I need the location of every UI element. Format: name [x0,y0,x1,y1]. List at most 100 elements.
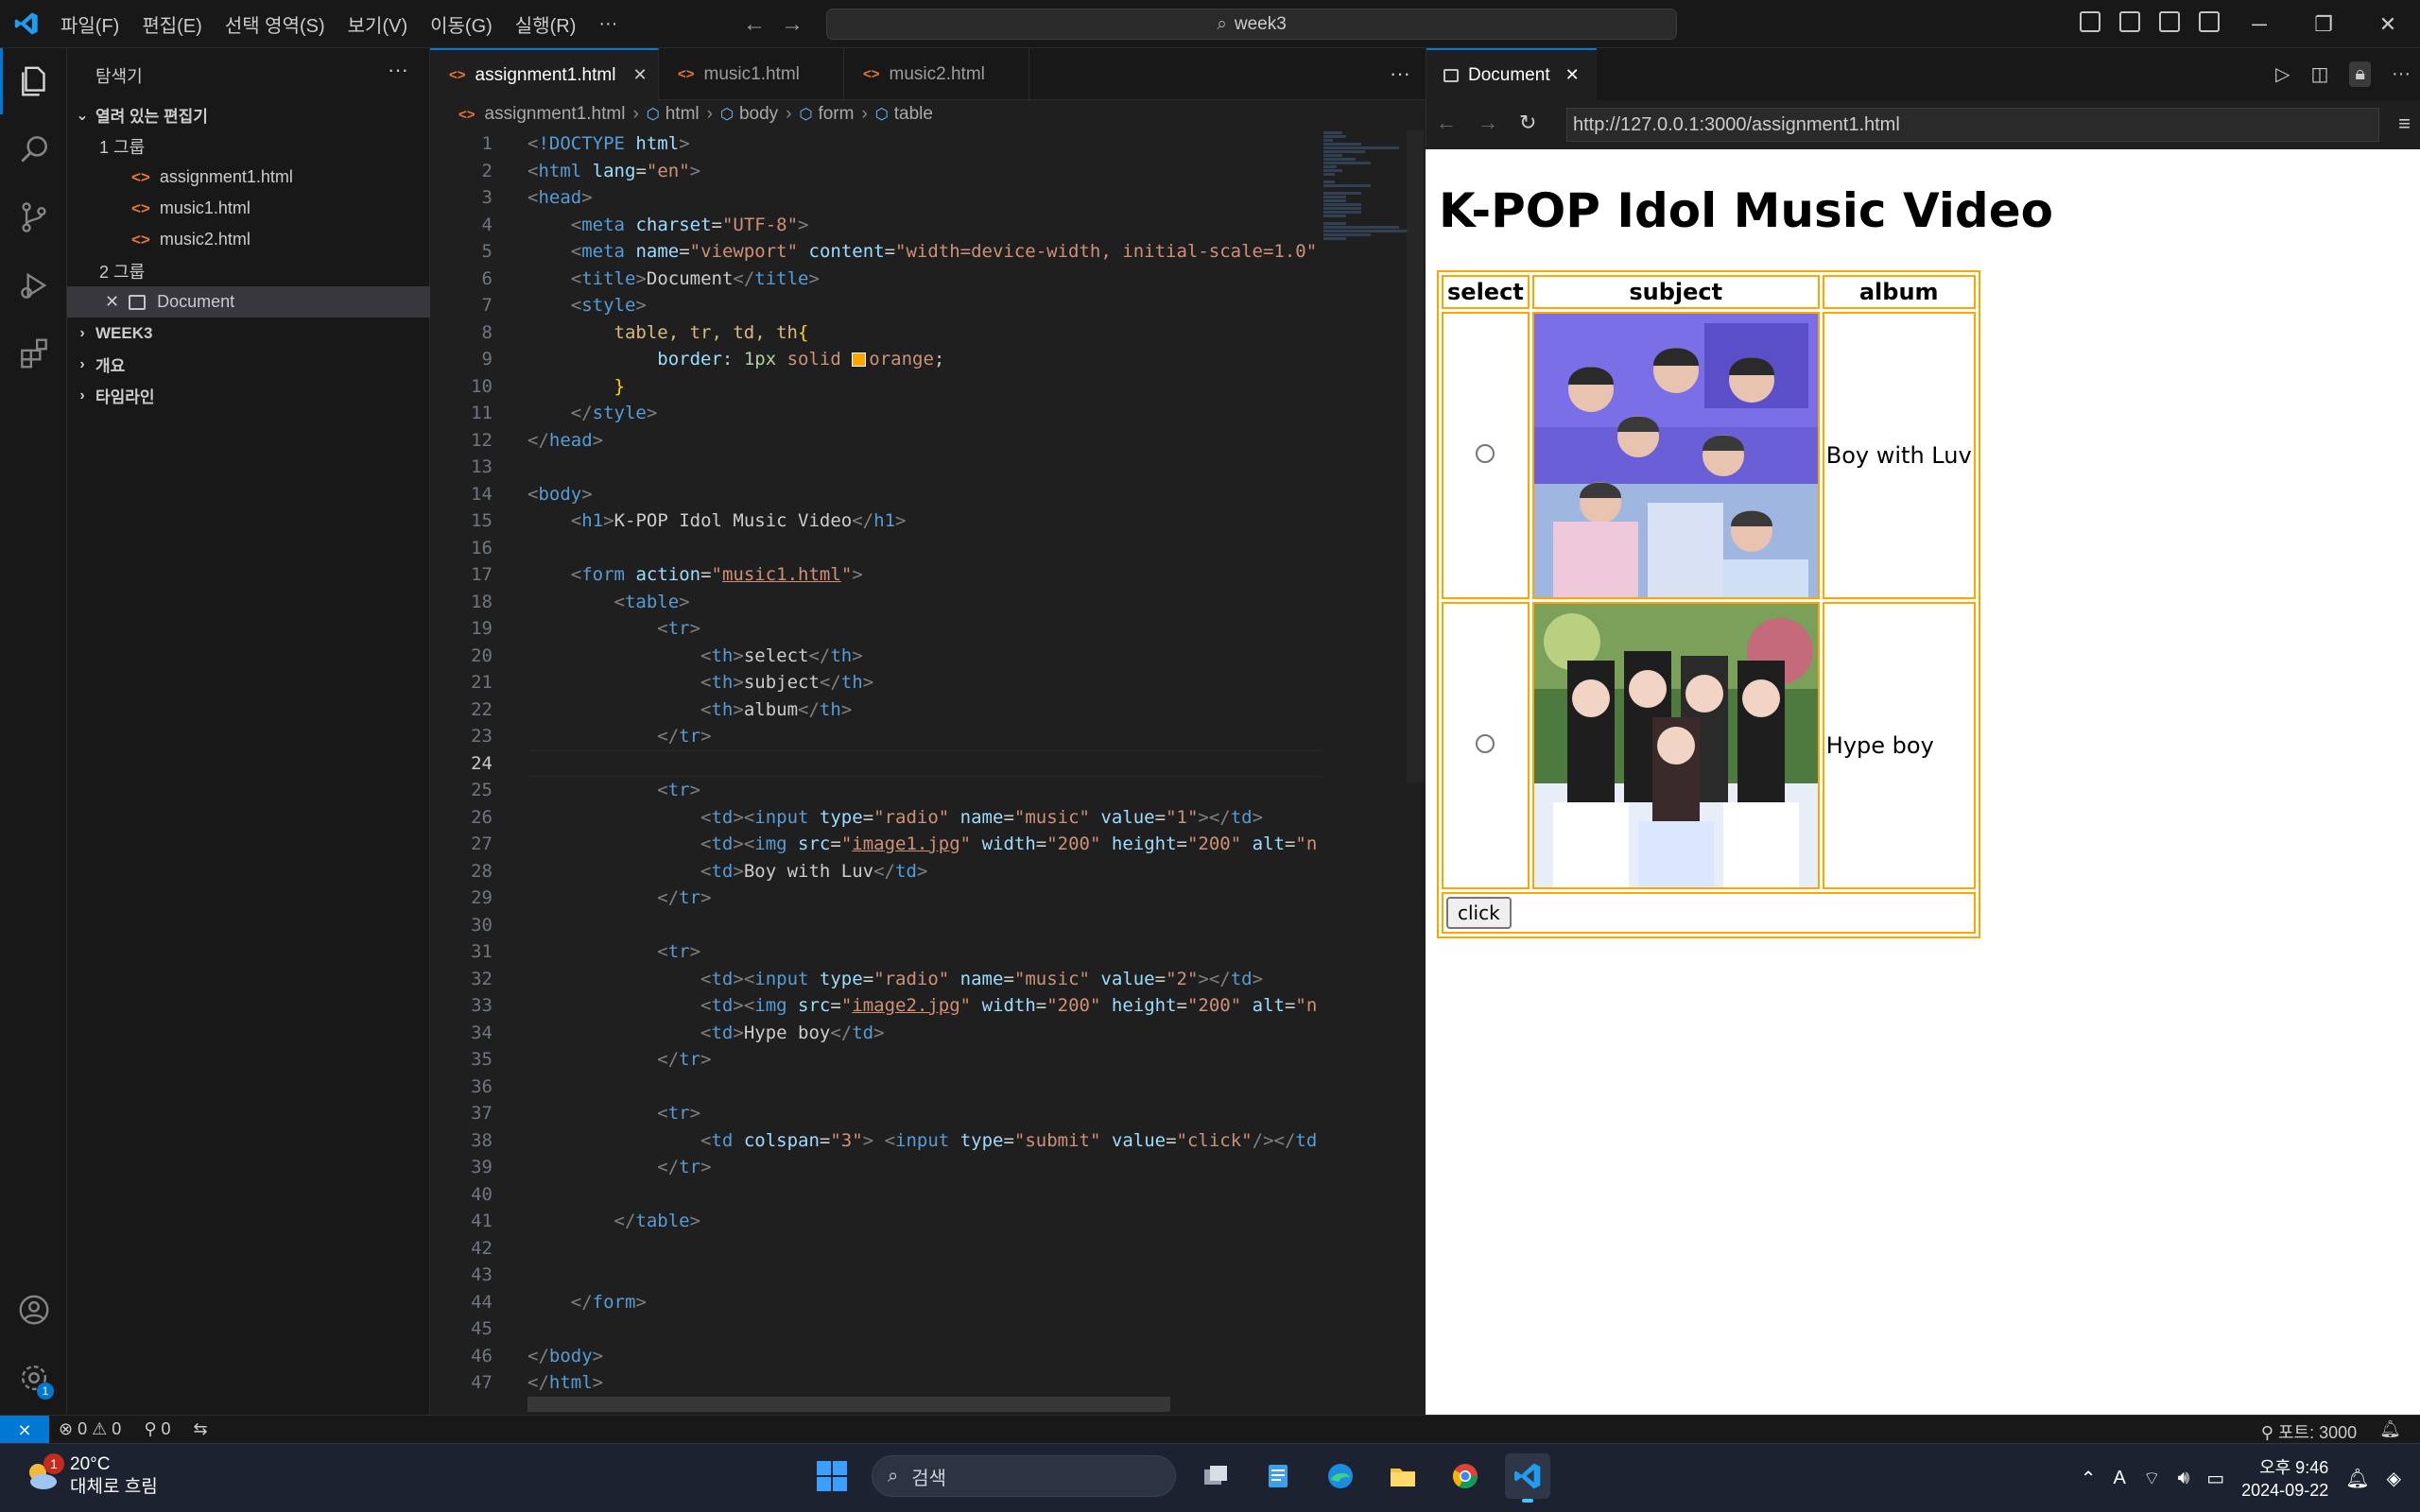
outline-section[interactable]: › 개요 [67,349,430,380]
system-clock[interactable]: 오후 9:46 2024-09-22 [2241,1456,2328,1502]
chrome-browser-icon[interactable] [1443,1453,1488,1499]
file-name: music2.html [159,230,251,249]
split-editor-icon[interactable]: ◫ [2310,62,2328,86]
customize-layout-icon[interactable] [2199,11,2220,32]
folder-section-week3[interactable]: › WEEK3 [67,318,430,349]
tab-music1[interactable]: <> music1.html [659,48,844,100]
manage-gear-icon[interactable]: 1 [0,1345,67,1411]
taskbar-search[interactable]: ⌕ 검색 [872,1455,1176,1497]
page-heading: K-POP Idol Music Video [1439,183,2053,238]
menu-file[interactable]: 파일(F) [49,10,130,38]
menu-go[interactable]: 이동(G) [419,10,504,38]
edge-browser-icon[interactable] [1318,1453,1363,1499]
notifications-bell-icon[interactable]: 🔔︎ [2379,1419,2401,1444]
tab-document[interactable]: Document ✕ [1426,48,1597,100]
element-icon: ⬡ [874,107,889,123]
back-arrow-icon[interactable]: ← [743,11,766,38]
music-radio-2[interactable] [1476,734,1495,753]
breadcrumb-item[interactable]: html [666,104,700,125]
workspace-name: week3 [1234,13,1287,34]
music-radio-1[interactable] [1476,444,1495,463]
ime-language-icon[interactable]: A [2113,1468,2125,1489]
file-explorer-icon[interactable] [1380,1453,1426,1499]
close-icon[interactable]: ✕ [632,65,647,85]
more-actions-icon[interactable]: ··· [2392,63,2411,85]
toggle-sidebar-icon[interactable] [2080,11,2100,32]
menu-view[interactable]: 보기(V) [337,10,419,38]
volume-icon[interactable]: 🔊︎ [2178,1468,2190,1489]
address-input[interactable] [1566,108,2379,142]
accounts-icon[interactable] [0,1277,67,1343]
antenna-icon: ⚲ [144,1419,157,1438]
reload-icon[interactable]: ↻ [1519,111,1536,135]
close-icon[interactable]: ✕ [105,292,119,312]
album-cell: Boy with Luv [1822,312,1976,599]
menu-selection[interactable]: 선택 영역(S) [214,10,337,38]
open-editor-item[interactable]: <> music1.html [67,193,430,224]
search-icon[interactable] [0,116,67,182]
minimap[interactable] [1323,130,1412,376]
hamburger-menu-icon[interactable]: ≡ [2398,112,2411,136]
breadcrumb-item[interactable]: body [739,104,778,125]
run-icon[interactable]: ▷ [2275,62,2290,86]
ports-indicator[interactable]: ⚲ 0 [144,1419,170,1439]
menu-edit[interactable]: 편집(E) [130,10,213,38]
vscode-app-icon[interactable] [1505,1453,1550,1503]
horizontal-scrollbar[interactable] [527,1397,1170,1412]
toggle-secondary-sidebar-icon[interactable] [2159,11,2180,32]
vertical-scrollbar[interactable] [1407,130,1424,782]
close-window-icon[interactable]: ✕ [2356,0,2420,48]
more-actions-icon[interactable]: ··· [388,58,408,82]
back-arrow-icon[interactable]: ← [1436,111,1457,135]
live-share-icon[interactable]: ⇆ [194,1419,208,1439]
open-editors-section[interactable]: ⌄ 열려 있는 편집기 [67,99,430,130]
lock-icon[interactable]: 🔒︎ [2349,61,2372,87]
open-editor-item[interactable]: <> assignment1.html [67,162,430,193]
port-status[interactable]: ⚲ 포트: 3000 [2261,1419,2357,1444]
toggle-panel-icon[interactable] [2119,11,2140,32]
tab-assignment1[interactable]: <> assignment1.html ✕ [430,48,659,100]
menu-more[interactable]: ··· [587,13,629,35]
command-center[interactable]: ⌕ week3 [826,9,1677,40]
source-control-icon[interactable] [0,184,67,250]
run-debug-icon[interactable] [0,252,67,318]
task-view-icon[interactable] [1193,1453,1238,1499]
problems-indicator[interactable]: ⊗ 0 ⚠ 0 [59,1419,121,1439]
chevron-up-icon[interactable]: ⌃ [2081,1467,2097,1490]
forward-arrow-icon[interactable]: → [781,11,804,38]
restore-icon[interactable]: ❐ [2291,0,2356,48]
start-windows-icon[interactable] [809,1453,855,1499]
code-line: </style> [570,403,658,423]
copilot-icon[interactable]: ◈ [2387,1467,2401,1490]
breadcrumb-item[interactable]: assignment1.html [485,104,626,125]
explorer-icon[interactable] [0,48,67,114]
remote-indicator-icon[interactable]: ⨯ [0,1416,49,1444]
timeline-section[interactable]: › 타임라인 [67,380,430,411]
minimize-icon[interactable]: ─ [2227,0,2291,48]
select-cell [1442,602,1530,889]
weather-widget[interactable]: 1 20°C 대체로 흐림 [23,1453,158,1499]
group-2[interactable]: 2 그룹 [67,255,430,286]
tab-music2[interactable]: <> music2.html [844,48,1029,100]
close-icon[interactable]: ✕ [1565,65,1580,85]
forward-arrow-icon[interactable]: → [1478,111,1498,135]
more-actions-icon[interactable]: ··· [1390,61,1410,86]
extensions-icon[interactable] [0,320,67,387]
breadcrumb-item[interactable]: table [894,104,933,125]
status-left: ⊗ 0 ⚠ 0 ⚲ 0 ⇆ [59,1419,208,1439]
notepad-icon[interactable] [1255,1453,1301,1499]
submit-button[interactable]: click [1446,897,1512,929]
open-editor-item-selected[interactable]: ✕ Document [67,286,430,318]
group-1[interactable]: 1 그룹 [67,130,430,162]
breadcrumb-item[interactable]: form [818,104,854,125]
warning-icon: ⚠ [92,1419,108,1438]
battery-icon[interactable]: ▭ [2206,1467,2224,1490]
code-editor[interactable]: <!DOCTYPE html> <html lang="en"> <head> … [527,130,1322,1397]
open-editor-item[interactable]: <> music2.html [67,224,430,255]
wifi-icon[interactable]: ⌔ [2143,1467,2161,1490]
color-swatch[interactable] [852,352,867,367]
notifications-bell-icon[interactable]: 🔔︎ [2345,1467,2369,1490]
menu-run[interactable]: 실행(R) [504,10,588,38]
